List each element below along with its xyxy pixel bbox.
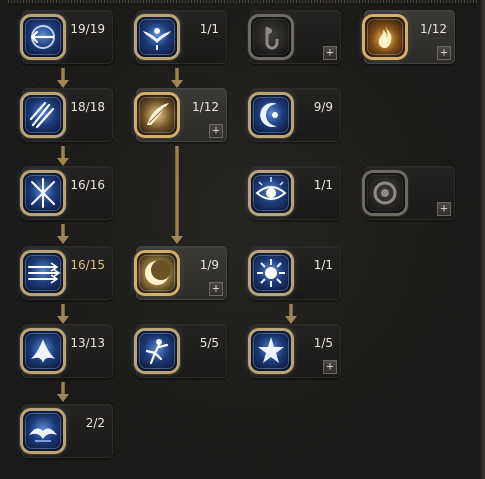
skill-node[interactable]: 5/5: [130, 324, 227, 378]
skill-rank: 19/19: [70, 22, 105, 36]
connector-arrow: [57, 80, 69, 88]
skill-rank: 2/2: [85, 416, 105, 430]
skill-node[interactable]: 9/9: [244, 88, 341, 142]
add-point-button[interactable]: +: [437, 202, 451, 216]
skill-node[interactable]: 1/12 +: [358, 10, 455, 64]
skill-rank: 16/16: [70, 178, 105, 192]
triple-slash-icon[interactable]: [20, 92, 66, 138]
skill-node[interactable]: 1/1: [244, 246, 341, 300]
skill-node[interactable]: 1/5 +: [244, 324, 341, 378]
skill-node[interactable]: 1/9 +: [130, 246, 227, 300]
spirit-bird-icon[interactable]: [20, 408, 66, 454]
dancing-spirit-icon[interactable]: [134, 328, 180, 374]
connector-arrow: [171, 236, 183, 244]
add-point-button[interactable]: +: [323, 360, 337, 374]
skill-rank: 16/15: [70, 258, 105, 272]
phoenix-icon[interactable]: [20, 328, 66, 374]
skill-tree: 19/19 1/1 + 1/12 + 18/18 1/12 + 9/9 16/1…: [0, 0, 485, 479]
connector-arrow: [171, 80, 183, 88]
connector-r2c2-r4c2: [175, 146, 179, 238]
skill-node[interactable]: 13/13: [16, 324, 113, 378]
winged-spirit-icon[interactable]: [134, 14, 180, 60]
connector-arrow: [285, 316, 297, 324]
all-seeing-eye-icon[interactable]: [248, 170, 294, 216]
skill-node[interactable]: 1/1: [244, 166, 341, 220]
skill-rank: 1/1: [199, 22, 219, 36]
connector-arrow: [57, 158, 69, 166]
skill-node[interactable]: 1/1: [130, 10, 227, 64]
radiant-burst-icon[interactable]: [248, 250, 294, 296]
skill-node[interactable]: 2/2: [16, 404, 113, 458]
add-point-button[interactable]: +: [437, 46, 451, 60]
add-point-button[interactable]: +: [209, 282, 223, 296]
skill-rank: 9/9: [313, 100, 333, 114]
cross-arrows-icon[interactable]: [20, 170, 66, 216]
skill-rank: 1/9: [199, 258, 219, 272]
skill-node[interactable]: 1/12 +: [130, 88, 227, 142]
feather-wing-icon[interactable]: [134, 92, 180, 138]
skill-node[interactable]: +: [244, 10, 341, 64]
skill-rank: 5/5: [199, 336, 219, 350]
skill-node[interactable]: 19/19: [16, 10, 113, 64]
locked-ring-icon[interactable]: [362, 170, 408, 216]
skill-node[interactable]: 16/16: [16, 166, 113, 220]
skill-rank: 1/12: [420, 22, 447, 36]
skill-rank: 1/12: [192, 100, 219, 114]
skill-rank: 18/18: [70, 100, 105, 114]
arrow-volley-icon[interactable]: [20, 250, 66, 296]
skill-rank: 1/1: [313, 258, 333, 272]
connector-arrow: [57, 316, 69, 324]
skill-node[interactable]: 18/18: [16, 88, 113, 142]
add-point-button[interactable]: +: [209, 124, 223, 138]
eclipse-moon-icon[interactable]: [134, 250, 180, 296]
flame-burst-icon[interactable]: [362, 14, 408, 60]
add-point-button[interactable]: +: [323, 46, 337, 60]
connector-arrow: [57, 394, 69, 402]
locked-skill-icon[interactable]: [248, 14, 294, 60]
skill-node[interactable]: +: [358, 166, 455, 220]
star-spirit-icon[interactable]: [248, 328, 294, 374]
skill-rank: 1/5: [313, 336, 333, 350]
skill-rank: 1/1: [313, 178, 333, 192]
skill-rank: 13/13: [70, 336, 105, 350]
crescent-spirit-icon[interactable]: [248, 92, 294, 138]
skill-node[interactable]: 16/15: [16, 246, 113, 300]
arrow-whirl-icon[interactable]: [20, 14, 66, 60]
connector-arrow: [57, 236, 69, 244]
